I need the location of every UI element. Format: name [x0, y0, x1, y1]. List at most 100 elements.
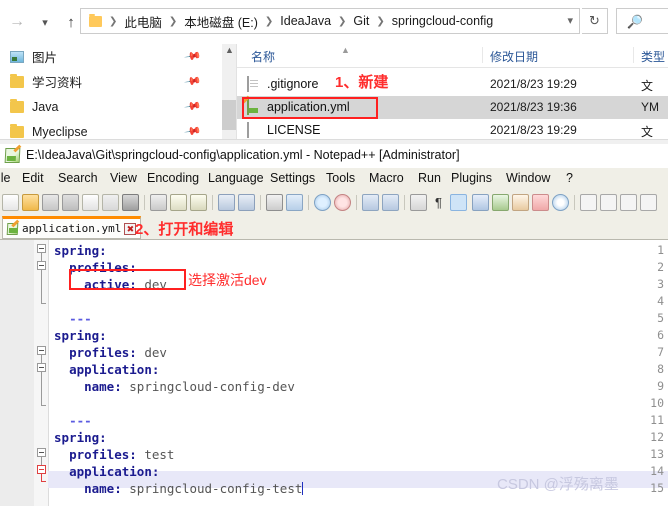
close-all-icon[interactable]: [102, 194, 119, 211]
breadcrumb-sep: ❯: [338, 15, 347, 27]
column-header-date[interactable]: 修改日期: [490, 48, 538, 65]
fold-toggle-icon[interactable]: [37, 346, 46, 355]
show-doc-map-icon[interactable]: [492, 194, 509, 211]
breadcrumb-sep: ❯: [264, 15, 274, 27]
tab-bar: application.yml ✖: [0, 216, 668, 240]
breadcrumb-item-2[interactable]: IdeaJava: [278, 14, 333, 28]
cut-icon[interactable]: [150, 194, 167, 211]
toolbar-separator: [404, 195, 405, 210]
toolbar-separator: [356, 195, 357, 210]
zoom-in-icon[interactable]: [314, 194, 331, 211]
tab-application-yml[interactable]: application.yml ✖: [2, 216, 142, 239]
chevron-down-icon[interactable]: ▾: [567, 14, 573, 27]
chevron-up-icon[interactable]: ▲: [225, 45, 234, 55]
column-divider[interactable]: [633, 47, 634, 63]
monitoring-icon[interactable]: [552, 194, 569, 211]
print-icon[interactable]: [122, 194, 139, 211]
menu-item-edit[interactable]: Edit: [22, 171, 44, 185]
watermark: CSDN @浮殇离墨: [497, 476, 619, 493]
folder-as-workspace-icon[interactable]: [532, 194, 549, 211]
breadcrumb-item-0[interactable]: 此电脑: [122, 12, 164, 31]
menu-item-settings[interactable]: Settings: [270, 171, 315, 185]
close-icon[interactable]: [82, 194, 99, 211]
run-macro-multiple-icon[interactable]: [640, 194, 657, 211]
breadcrumb-item-3[interactable]: Git: [351, 14, 371, 28]
play-macro-icon[interactable]: [620, 194, 637, 211]
redo-icon[interactable]: [238, 194, 255, 211]
table-row[interactable]: .gitignore 2021/8/23 19:29 文: [237, 73, 668, 96]
column-divider[interactable]: [482, 47, 483, 63]
show-all-chars-icon[interactable]: ¶: [430, 194, 447, 211]
menu-item-view[interactable]: View: [110, 171, 137, 185]
paste-icon[interactable]: [190, 194, 207, 211]
nav-pane-scrollbar[interactable]: ▲: [222, 44, 236, 144]
save-all-icon[interactable]: [62, 194, 79, 211]
fold-toggle-icon[interactable]: [37, 261, 46, 270]
menu-item-file[interactable]: ile: [0, 171, 11, 185]
menu-item-macro[interactable]: Macro: [369, 171, 404, 185]
fold-toggle-icon[interactable]: [37, 465, 46, 474]
stop-macro-icon[interactable]: [600, 194, 617, 211]
column-header-type[interactable]: 类型: [641, 48, 665, 65]
fold-line: [41, 457, 42, 465]
search-input[interactable]: 🔍: [616, 8, 668, 34]
save-icon[interactable]: [42, 194, 59, 211]
nav-item-pictures[interactable]: 图片 📌: [0, 44, 222, 69]
line-number: 8: [657, 362, 664, 376]
new-icon[interactable]: [2, 194, 19, 211]
annotation-step-3: 选择激活dev: [188, 272, 267, 288]
fold-toggle-icon[interactable]: [37, 448, 46, 457]
fold-toggle-icon[interactable]: [37, 363, 46, 372]
fold-line: [41, 372, 42, 405]
toolbar-separator: [574, 195, 575, 210]
pin-icon[interactable]: 📌: [184, 97, 203, 116]
menu-item-tools[interactable]: Tools: [326, 171, 355, 185]
sync-vertical-icon[interactable]: [362, 194, 379, 211]
pin-icon[interactable]: 📌: [184, 47, 203, 66]
menu-item-plugins[interactable]: Plugins: [451, 171, 492, 185]
line-number: 15: [650, 481, 664, 495]
column-header-name[interactable]: 名称: [251, 48, 275, 65]
menu-item-search[interactable]: Search: [58, 171, 98, 185]
find-icon[interactable]: [266, 194, 283, 211]
word-wrap-icon[interactable]: [410, 194, 427, 211]
indent-guide-icon[interactable]: [450, 194, 467, 211]
menu-item-encoding[interactable]: Encoding: [147, 171, 199, 185]
line-number: 5: [657, 311, 664, 325]
zoom-out-icon[interactable]: [334, 194, 351, 211]
ui-goto-icon[interactable]: [472, 194, 489, 211]
toolbar: ¶: [0, 190, 668, 217]
menu-item-window[interactable]: Window: [506, 171, 550, 185]
pin-icon[interactable]: 📌: [184, 72, 203, 91]
refresh-button[interactable]: ↻: [582, 8, 608, 34]
text-file-icon: [247, 122, 261, 138]
notepadpp-window: E:\IdeaJava\Git\springcloud-config\appli…: [0, 144, 668, 506]
editor-left-border: [48, 240, 49, 506]
sync-horizontal-icon[interactable]: [382, 194, 399, 211]
breadcrumb-item-1[interactable]: 本地磁盘 (E:): [182, 12, 260, 31]
record-macro-icon[interactable]: [580, 194, 597, 211]
copy-icon[interactable]: [170, 194, 187, 211]
forward-button[interactable]: →: [4, 9, 30, 35]
yml-file-icon: [6, 222, 19, 235]
undo-icon[interactable]: [218, 194, 235, 211]
code-line: ---: [69, 413, 92, 428]
address-path-box[interactable]: ❯ 此电脑 ❯ 本地磁盘 (E:) ❯ IdeaJava ❯ Git ❯ spr…: [80, 8, 580, 34]
menu-item-run[interactable]: Run: [418, 171, 441, 185]
tab-label: application.yml: [22, 222, 122, 235]
menu-item-language[interactable]: Language: [208, 171, 264, 185]
nav-item-java[interactable]: Java 📌: [0, 94, 222, 119]
pin-icon[interactable]: 📌: [184, 122, 203, 141]
open-icon[interactable]: [22, 194, 39, 211]
recent-locations-button[interactable]: ▾: [32, 9, 58, 35]
text-caret: [302, 482, 304, 495]
file-date: 2021/8/23 19:36: [490, 100, 577, 114]
menu-item-help[interactable]: ?: [566, 171, 573, 185]
function-list-icon[interactable]: [512, 194, 529, 211]
breadcrumb-item-4[interactable]: springcloud-config: [390, 14, 495, 28]
replace-icon[interactable]: [286, 194, 303, 211]
fold-toggle-icon[interactable]: [37, 244, 46, 253]
window-title: E:\IdeaJava\Git\springcloud-config\appli…: [26, 148, 460, 162]
scrollbar-thumb[interactable]: [222, 100, 236, 130]
nav-item-study[interactable]: 学习资料 📌: [0, 69, 222, 94]
